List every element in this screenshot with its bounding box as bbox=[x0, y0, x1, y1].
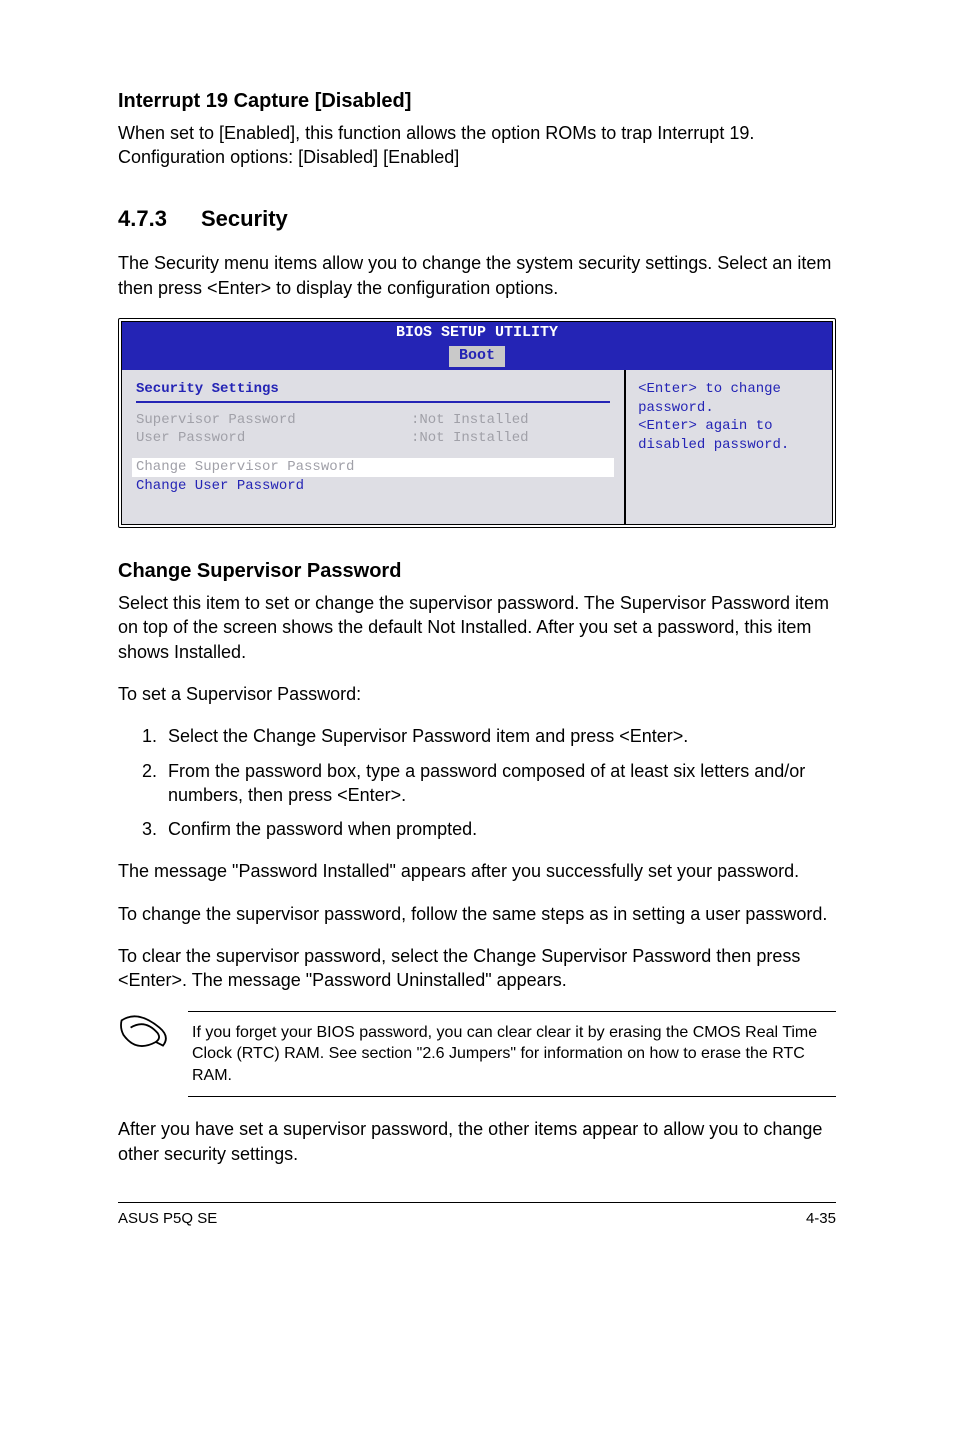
bios-left-panel: Security Settings Supervisor Password :N… bbox=[122, 370, 626, 524]
bios-link-label: Change User Password bbox=[136, 477, 304, 496]
note-block: If you forget your BIOS password, you ca… bbox=[118, 1011, 836, 1098]
step-item: Confirm the password when prompted. bbox=[162, 817, 836, 841]
section-title: Security bbox=[201, 204, 288, 234]
bios-link-label: Change Supervisor Password bbox=[136, 458, 354, 477]
heading-change-supervisor: Change Supervisor Password bbox=[118, 558, 836, 585]
note-icon bbox=[118, 1011, 188, 1057]
bios-tab-row: Boot bbox=[122, 341, 832, 369]
note-text: If you forget your BIOS password, you ca… bbox=[188, 1011, 836, 1098]
footer-right: 4-35 bbox=[806, 1209, 836, 1229]
para-security-intro: The Security menu items allow you to cha… bbox=[118, 251, 836, 300]
bios-tab-boot: Boot bbox=[449, 346, 505, 366]
step-item: Select the Change Supervisor Password it… bbox=[162, 724, 836, 748]
steps-list: Select the Change Supervisor Password it… bbox=[118, 724, 836, 841]
section-number: 4.7.3 bbox=[118, 204, 167, 234]
bios-row-val: :Not Installed bbox=[411, 411, 529, 430]
para-csp-2: To set a Supervisor Password: bbox=[118, 682, 836, 706]
para-csp-5: To clear the supervisor password, select… bbox=[118, 944, 836, 993]
bios-help-text: <Enter> to change password. <Enter> agai… bbox=[638, 381, 789, 454]
bios-screenshot: BIOS SETUP UTILITY Boot Security Setting… bbox=[118, 318, 836, 528]
para-csp-4: To change the supervisor password, follo… bbox=[118, 902, 836, 926]
bios-row-val: :Not Installed bbox=[411, 429, 529, 448]
para-interrupt19: When set to [Enabled], this function all… bbox=[118, 121, 836, 170]
bios-row-supervisor: Supervisor Password :Not Installed bbox=[136, 411, 610, 430]
para-csp-1: Select this item to set or change the su… bbox=[118, 591, 836, 664]
bios-header: BIOS SETUP UTILITY bbox=[122, 322, 832, 342]
bios-panel-title: Security Settings bbox=[136, 380, 610, 399]
footer-left: ASUS P5Q SE bbox=[118, 1209, 217, 1229]
para-csp-6: After you have set a supervisor password… bbox=[118, 1117, 836, 1166]
step-item: From the password box, type a password c… bbox=[162, 759, 836, 808]
bios-row-label: User Password bbox=[136, 429, 411, 448]
bios-row-label: Supervisor Password bbox=[136, 411, 411, 430]
bios-divider bbox=[136, 401, 610, 403]
para-csp-3: The message "Password Installed" appears… bbox=[118, 859, 836, 883]
page-footer: ASUS P5Q SE 4-35 bbox=[118, 1202, 836, 1229]
bios-row-change-user: Change User Password bbox=[136, 477, 610, 496]
bios-help-panel: <Enter> to change password. <Enter> agai… bbox=[626, 370, 832, 524]
bios-row-change-supervisor: Change Supervisor Password bbox=[132, 458, 614, 477]
heading-interrupt19: Interrupt 19 Capture [Disabled] bbox=[118, 88, 836, 115]
bios-row-user: User Password :Not Installed bbox=[136, 429, 610, 448]
